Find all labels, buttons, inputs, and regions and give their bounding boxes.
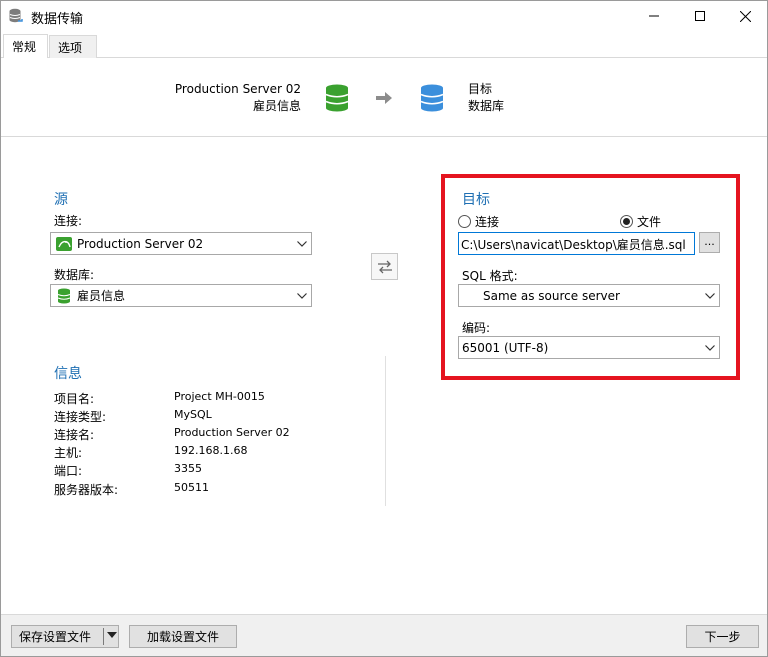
database-transfer-icon <box>9 8 23 23</box>
radio-circle-selected <box>620 215 633 228</box>
database-icon <box>55 288 73 304</box>
info-key: 连接名: <box>54 428 95 442</box>
info-key: 项目名: <box>54 392 95 406</box>
browse-file-button[interactable]: ... <box>699 232 720 253</box>
radio-circle-unselected <box>458 215 471 228</box>
info-key: 连接类型: <box>54 410 107 424</box>
info-row: 连接类型: MySQL <box>54 408 384 426</box>
radio-file[interactable]: 文件 <box>620 213 661 230</box>
sql-format-select[interactable]: Same as source server <box>458 284 720 307</box>
next-button[interactable]: 下一步 <box>686 625 759 648</box>
flow-target-line2: 数据库 <box>468 99 505 113</box>
save-settings-label: 保存设置文件 <box>19 630 92 644</box>
sql-format-value: Same as source server <box>483 288 620 303</box>
source-database-icon <box>325 84 349 112</box>
info-value: Production Server 02 <box>174 426 290 439</box>
close-button[interactable] <box>722 1 768 31</box>
flow-source-server: Production Server 02 <box>174 82 301 96</box>
info-key: 主机: <box>54 446 83 460</box>
window-title: 数据传输 <box>31 12 84 27</box>
chevron-down-icon <box>701 285 719 306</box>
tab-strip: 常规 选项 <box>1 34 767 58</box>
flow-target: 目标 数据库 <box>468 81 504 115</box>
source-connection-label: 连接: <box>54 214 83 228</box>
info-key: 端口: <box>54 464 83 478</box>
info-value: Project MH-0015 <box>174 390 265 403</box>
dropdown-arrow-icon[interactable] <box>107 632 117 639</box>
radio-connection-label: 连接 <box>475 215 500 229</box>
encoding-label: 编码: <box>462 321 491 335</box>
radio-connection[interactable]: 连接 <box>458 213 499 230</box>
target-file-path-input[interactable]: C:\Users\navicat\Desktop\雇员信息.sql <box>458 232 695 255</box>
info-row: 项目名: Project MH-0015 <box>54 390 384 408</box>
info-value: 3355 <box>174 462 202 475</box>
maximize-icon <box>695 11 705 21</box>
source-connection-value: Production Server 02 <box>77 236 204 251</box>
split-divider <box>103 628 104 645</box>
minimize-button[interactable] <box>631 1 677 31</box>
load-settings-button[interactable]: 加载设置文件 <box>129 625 237 648</box>
info-value: MySQL <box>174 408 212 421</box>
chevron-down-icon <box>293 285 311 306</box>
mysql-connection-icon <box>55 236 73 252</box>
info-heading: 信息 <box>54 366 82 382</box>
swap-source-target-button[interactable] <box>371 253 398 280</box>
tab-options[interactable]: 选项 <box>49 35 97 58</box>
minimize-icon <box>649 15 659 17</box>
info-row: 服务器版本: 50511 <box>54 481 384 499</box>
save-settings-button[interactable]: 保存设置文件 <box>11 625 119 648</box>
source-heading: 源 <box>54 192 68 208</box>
info-value: 50511 <box>174 481 209 494</box>
info-row: 端口: 3355 <box>54 462 384 480</box>
info-row: 主机: 192.168.1.68 <box>54 444 384 462</box>
close-icon <box>739 10 751 22</box>
encoding-value: 65001 (UTF-8) <box>462 340 549 355</box>
target-database-icon <box>420 84 444 112</box>
source-database-select[interactable]: 雇员信息 <box>50 284 312 307</box>
tab-general[interactable]: 常规 <box>3 34 48 58</box>
info-value: 192.168.1.68 <box>174 444 248 457</box>
transfer-flow-header: Production Server 02 雇员信息 目标 数据库 <box>1 59 767 137</box>
swap-arrows-icon <box>377 260 392 273</box>
info-key: 服务器版本: <box>54 483 119 497</box>
info-row: 连接名: Production Server 02 <box>54 426 384 444</box>
chevron-down-icon <box>293 233 311 254</box>
maximize-button[interactable] <box>677 1 723 31</box>
dialog-footer: 保存设置文件 加载设置文件 下一步 <box>1 614 767 656</box>
arrow-right-icon <box>376 92 392 104</box>
data-transfer-window: 数据传输 常规 选项 Production Server 02 雇员信息 目标 … <box>0 0 768 657</box>
info-divider <box>385 356 386 506</box>
sql-format-label: SQL 格式: <box>462 269 518 283</box>
radio-file-label: 文件 <box>637 215 662 229</box>
encoding-select[interactable]: 65001 (UTF-8) <box>458 336 720 359</box>
source-database-label: 数据库: <box>54 268 95 282</box>
title-bar: 数据传输 <box>1 1 767 31</box>
source-database-value: 雇员信息 <box>77 289 126 303</box>
flow-source-db: 雇员信息 <box>252 99 301 113</box>
flow-source: Production Server 02 雇员信息 <box>175 81 301 115</box>
target-heading: 目标 <box>462 192 490 208</box>
flow-target-line1: 目标 <box>468 82 493 96</box>
chevron-down-icon <box>701 337 719 358</box>
source-connection-select[interactable]: Production Server 02 <box>50 232 312 255</box>
